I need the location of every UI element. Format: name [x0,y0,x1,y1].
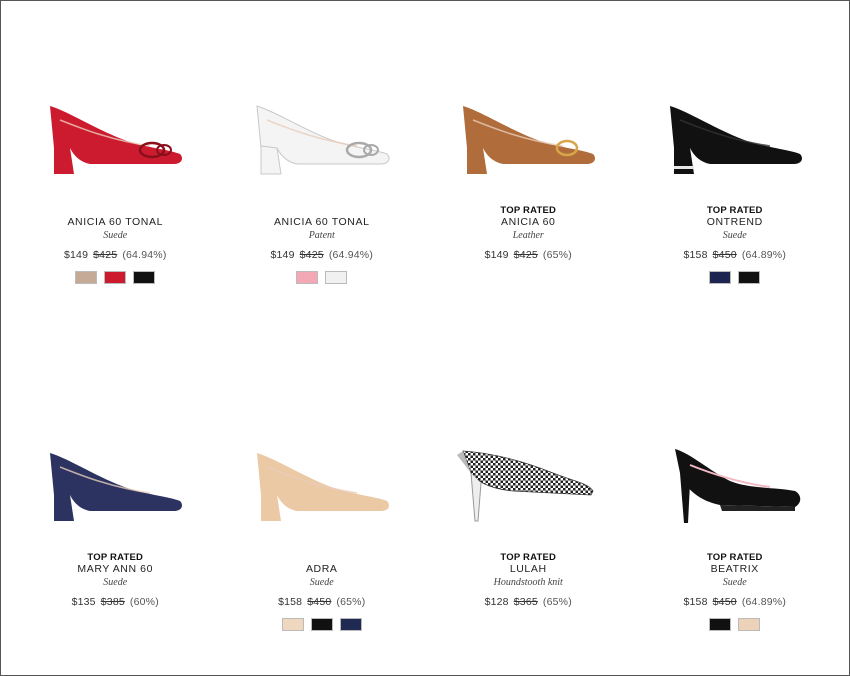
product-card[interactable]: ANICIA 60 TONAL Suede $149 $425 (64.94%) [12,0,219,347]
block-heel-pump-icon[interactable] [247,443,397,527]
color-swatch[interactable] [709,618,732,631]
top-rated-badge: TOP RATED [706,552,763,563]
block-heel-pump-icon[interactable] [660,96,810,180]
product-price: $158 $450 (64.89%) [683,596,786,608]
product-material: Suede [309,577,334,588]
block-heel-pump-icon[interactable] [40,443,190,527]
product-price: $158 $450 (65%) [278,596,365,608]
product-material: Suede [722,577,747,588]
discount-percent: (64.89%) [741,596,787,608]
product-card[interactable]: ANICIA 60 TONAL Patent $149 $425 (64.94%) [219,0,426,347]
original-price: $425 [299,249,324,261]
product-name[interactable]: BEATRIX [711,563,759,575]
sale-price: $149 [484,249,509,261]
discount-percent: (64.94%) [328,249,374,261]
product-name[interactable]: ANICIA 60 TONAL [274,216,370,228]
product-material: Suede [103,230,128,241]
color-swatch[interactable] [296,271,319,284]
original-price: $450 [712,596,737,608]
product-price: $158 $450 (64.89%) [683,249,786,261]
color-swatches [75,271,156,284]
product-name[interactable]: MARY ANN 60 [77,563,153,575]
color-swatches [709,271,761,284]
product-price: $149 $425 (64.94%) [64,249,167,261]
product-material: Suede [103,577,128,588]
product-price: $135 $385 (60%) [72,596,159,608]
product-material: Patent [308,230,335,241]
product-grid: ANICIA 60 TONAL Suede $149 $425 (64.94%) A… [12,0,838,676]
discount-percent: (65%) [336,596,366,608]
color-swatch[interactable] [738,271,761,284]
color-swatches [709,618,761,631]
color-swatch[interactable] [133,271,156,284]
product-price: $128 $365 (65%) [485,596,572,608]
color-swatch[interactable] [325,271,348,284]
sale-price: $158 [683,249,708,261]
sale-price: $158 [278,596,303,608]
top-rated-badge: TOP RATED [706,205,763,216]
color-swatch[interactable] [104,271,127,284]
color-swatch[interactable] [75,271,98,284]
color-swatches [296,271,348,284]
sale-price: $149 [270,249,295,261]
discount-percent: (64.94%) [122,249,167,261]
color-swatch[interactable] [281,618,304,631]
original-price: $450 [307,596,332,608]
product-name[interactable]: ANICIA 60 TONAL [67,216,163,228]
product-material: Suede [722,230,747,241]
discount-percent: (65%) [542,596,572,608]
top-rated-badge: TOP RATED [87,552,144,563]
discount-percent: (65%) [542,249,572,261]
sale-price: $135 [71,596,96,608]
product-card[interactable]: TOP RATED BEATRIX Suede $158 $450 (64.89%) [632,347,839,676]
color-swatch[interactable] [709,271,732,284]
original-price: $385 [100,596,125,608]
product-name[interactable]: ADRA [306,563,338,575]
houndstooth-mule-icon[interactable] [453,443,603,527]
color-swatch[interactable] [738,618,761,631]
pump-with-buckle-icon[interactable] [453,96,603,180]
pump-with-bow-icon[interactable] [40,96,190,180]
original-price: $425 [93,249,118,261]
product-card[interactable]: TOP RATED ANICIA 60 Leather $149 $425 (65%… [425,0,632,347]
product-price: $149 $425 (65%) [485,249,572,261]
pump-with-bow-icon[interactable] [247,96,397,180]
product-card[interactable]: TOP RATED MARY ANN 60 Suede $135 $385 (60%… [12,347,219,676]
color-swatch[interactable] [339,618,362,631]
discount-percent: (64.89%) [741,249,787,261]
product-material: Leather [512,230,544,241]
product-card[interactable]: TOP RATED ONTREND Suede $158 $450 (64.89%) [632,0,839,347]
color-swatch[interactable] [310,618,333,631]
product-name[interactable]: ANICIA 60 [501,216,555,228]
original-price: $365 [513,596,538,608]
discount-percent: (60%) [129,596,159,608]
original-price: $450 [712,249,737,261]
product-card[interactable]: TOP RATED LULAH Houndstooth knit $128 $36… [425,347,632,676]
sale-price: $128 [484,596,509,608]
product-price: $149 $425 (64.94%) [270,249,373,261]
product-card[interactable]: ADRA Suede $158 $450 (65%) [219,347,426,676]
sale-price: $149 [63,249,89,261]
top-rated-badge: TOP RATED [500,205,557,216]
color-swatches [281,618,362,631]
product-name[interactable]: LULAH [510,563,547,575]
platform-stiletto-pump-icon[interactable] [660,443,810,527]
original-price: $425 [513,249,538,261]
sale-price: $158 [683,596,708,608]
product-material: Houndstooth knit [493,577,563,588]
product-name[interactable]: ONTREND [707,216,763,228]
top-rated-badge: TOP RATED [500,552,557,563]
